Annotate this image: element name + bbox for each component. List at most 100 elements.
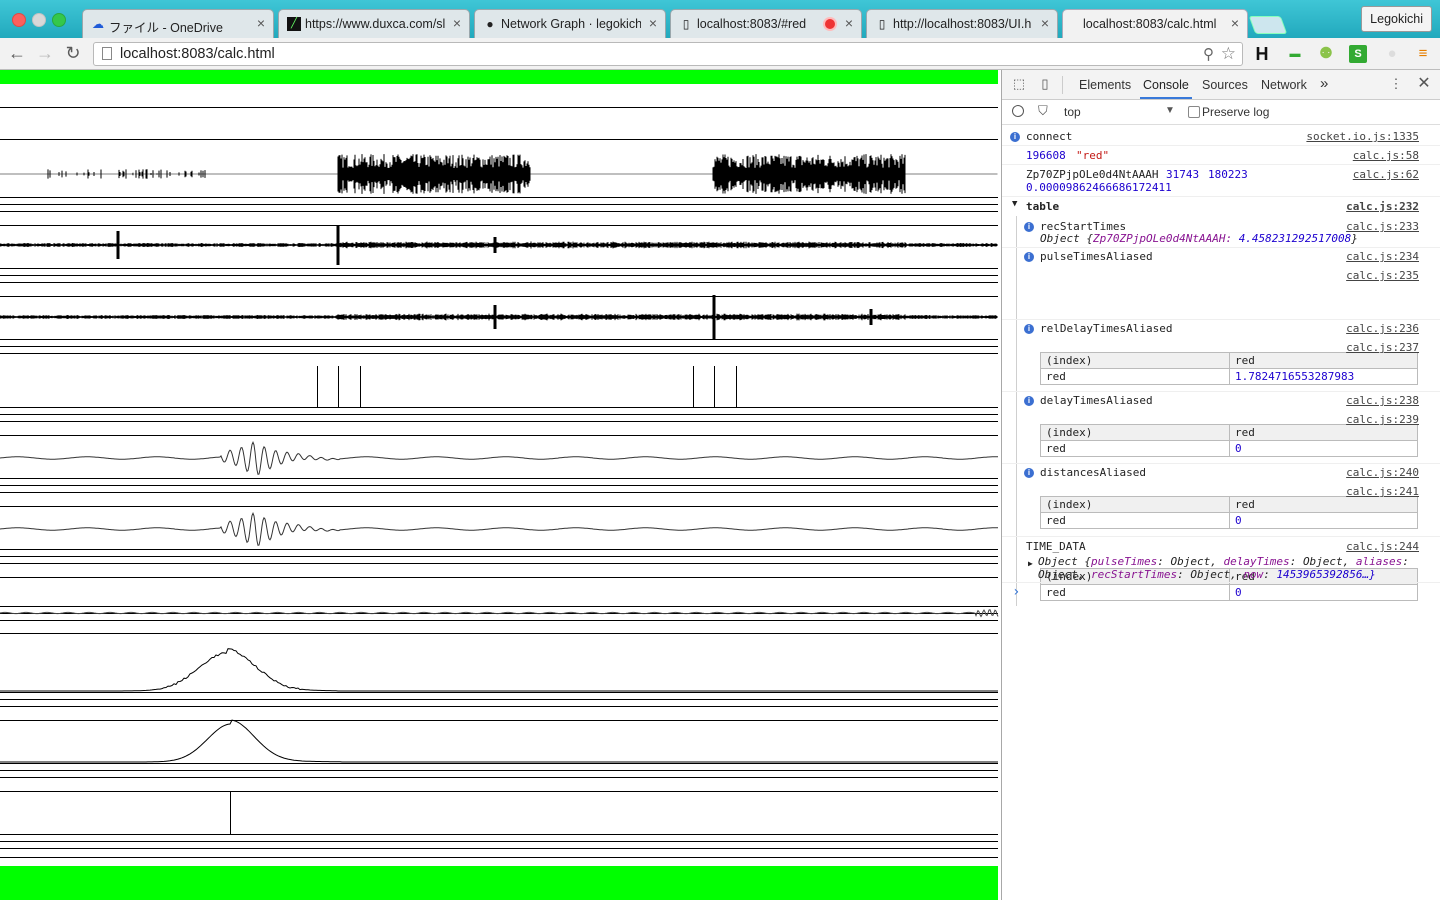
github-icon: ● — [486, 17, 494, 31]
window-maximize-button[interactable] — [52, 13, 66, 27]
window-close-button[interactable] — [12, 13, 26, 27]
profile-button[interactable]: Legokichi — [1361, 6, 1432, 32]
source-link[interactable]: calc.js:244 — [1346, 540, 1419, 553]
table-cell: red — [1040, 512, 1230, 529]
close-devtools-icon[interactable]: ✕ — [1416, 76, 1432, 92]
table-cell: 1.7824716553287983 — [1229, 368, 1418, 385]
console-prompt[interactable]: › — [1002, 582, 1440, 602]
bottom-green-bar — [0, 866, 998, 900]
tab-title: https://www.duxca.com/sl — [305, 17, 445, 31]
extension-h-icon[interactable]: H — [1253, 45, 1271, 63]
browser-tab-github[interactable]: ● Network Graph · legokichi/ × — [474, 9, 666, 38]
source-link[interactable]: calc.js:62 — [1353, 168, 1419, 181]
source-link[interactable]: calc.js:239 — [1346, 413, 1419, 426]
browser-tab-duxca[interactable]: ╱ https://www.duxca.com/sl × — [278, 9, 470, 38]
tab-elements[interactable]: Elements — [1079, 78, 1131, 92]
object-value: Object, — [1170, 555, 1217, 568]
page-icon: ▯ — [878, 17, 886, 31]
console-message: calc.js:241 — [1002, 482, 1440, 498]
context-dropdown-icon[interactable]: ▼ — [1165, 105, 1175, 116]
chrome-menu-icon[interactable]: ≡ — [1414, 45, 1432, 63]
source-link[interactable]: calc.js:58 — [1353, 149, 1419, 162]
source-link[interactable]: calc.js:233 — [1346, 220, 1419, 233]
preserve-log-label: Preserve log — [1202, 105, 1270, 119]
object-value: Object, — [1190, 568, 1237, 581]
zoom-icon[interactable]: ⚲ — [1203, 45, 1214, 63]
expand-triangle-icon[interactable]: ▶ — [1028, 559, 1033, 568]
source-link[interactable]: calc.js:240 — [1346, 466, 1419, 479]
reload-icon[interactable]: ↻ — [63, 43, 83, 63]
address-bar[interactable]: localhost:8083/calc.html ⚲ ☆ — [93, 42, 1243, 66]
forward-arrow-icon[interactable]: → — [35, 43, 55, 63]
context-select[interactable]: top — [1064, 105, 1081, 119]
extension-s-icon[interactable]: S — [1349, 45, 1367, 63]
window-minimize-button[interactable] — [32, 13, 46, 27]
source-link[interactable]: calc.js:235 — [1346, 269, 1419, 282]
object-value: Object, — [1038, 568, 1085, 581]
message-string: "red" — [1076, 149, 1110, 162]
browser-tab-localhost-ui[interactable]: ▯ http://localhost:8083/UI.h × — [866, 9, 1058, 38]
object-prefix: Object { — [1040, 232, 1093, 245]
tab-close-icon[interactable]: × — [649, 15, 657, 31]
tab-close-icon[interactable]: × — [257, 15, 265, 31]
extension-ghost-icon[interactable]: ● — [1383, 45, 1401, 63]
tab-sources[interactable]: Sources — [1202, 78, 1248, 92]
object-preview[interactable]: Object {Zp70ZPjpOLe0d4NtAAAH: 4.45823129… — [1040, 232, 1358, 245]
console-group-header[interactable]: ▼ table calc.js:232 — [1002, 196, 1440, 215]
expand-triangle-icon[interactable]: ▼ — [1012, 199, 1017, 209]
new-tab-button[interactable] — [1248, 16, 1288, 34]
message-number: 196608 — [1026, 149, 1066, 162]
message-text: delayTimesAliased — [1040, 394, 1153, 407]
tab-console[interactable]: Console — [1143, 78, 1189, 92]
more-tabs-icon[interactable]: » — [1320, 75, 1328, 92]
preserve-log-checkbox[interactable] — [1188, 106, 1200, 118]
object-prefix: Object { — [1038, 555, 1091, 568]
info-icon: i — [1010, 132, 1020, 142]
source-link[interactable]: calc.js:236 — [1346, 322, 1419, 335]
back-arrow-icon[interactable]: ← — [7, 43, 27, 63]
table-cell: red — [1040, 440, 1230, 457]
page-icon: ▯ — [682, 17, 690, 31]
table-cell: 0 — [1229, 440, 1418, 457]
tab-close-icon[interactable]: × — [453, 15, 461, 31]
tab-network[interactable]: Network — [1261, 78, 1307, 92]
console-table: (index) red red 0 — [1040, 424, 1418, 457]
source-link[interactable]: calc.js:234 — [1346, 250, 1419, 263]
source-link[interactable]: calc.js:241 — [1346, 485, 1419, 498]
console-message: i pulseTimesAliased calc.js:234 — [1002, 247, 1440, 266]
object-key: pulseTimes — [1090, 555, 1158, 568]
tab-title: localhost:8083/calc.html — [1083, 17, 1217, 31]
clear-console-icon[interactable] — [1012, 105, 1024, 117]
tab-close-icon[interactable]: × — [1041, 15, 1049, 31]
page-viewport — [0, 70, 1000, 900]
address-url: localhost:8083/calc.html — [120, 46, 275, 62]
console-message: i relDelayTimesAliased calc.js:236 — [1002, 319, 1440, 338]
source-link[interactable]: calc.js:232 — [1346, 200, 1419, 213]
tab-close-icon[interactable]: × — [845, 15, 853, 31]
extension-bug-icon[interactable]: ▬ — [1286, 45, 1304, 63]
object-key: delayTimes — [1223, 555, 1290, 568]
object-suffix: } — [1351, 232, 1358, 245]
inspect-element-icon[interactable]: ⬚ — [1011, 76, 1027, 92]
tab-close-icon[interactable]: × — [1231, 15, 1239, 31]
browser-tab-calc[interactable]: localhost:8083/calc.html × — [1062, 9, 1248, 38]
table-cell: red — [1040, 368, 1230, 385]
prompt-chevron-icon: › — [1012, 584, 1021, 600]
tab-title: Network Graph · legokichi/ — [501, 17, 641, 31]
object-preview[interactable]: Object {pulseTimes: Object, delayTimes: … — [1038, 555, 1409, 568]
message-text: distancesAliased — [1040, 466, 1146, 479]
browser-tab-onedrive[interactable]: ☁ ファイル - OneDrive × — [82, 9, 274, 38]
console-table: (index) red red 1.7824716553287983 — [1040, 352, 1418, 385]
browser-tab-localhost-red[interactable]: ▯ localhost:8083/#red × — [670, 9, 862, 38]
device-mode-icon[interactable]: ▯ — [1037, 76, 1053, 92]
console-message: Zp70ZPjpOLe0d4NtAAAH 31743 180223 0.0000… — [1002, 164, 1440, 196]
bookmark-star-icon[interactable]: ☆ — [1221, 44, 1236, 64]
devtools-menu-icon[interactable]: ⋮ — [1388, 76, 1404, 92]
source-link[interactable]: calc.js:237 — [1346, 341, 1419, 354]
android-icon[interactable]: ⚉ — [1317, 45, 1335, 63]
filter-icon[interactable]: ⛉ — [1038, 103, 1048, 119]
info-icon: i — [1024, 222, 1034, 232]
source-link[interactable]: socket.io.js:1335 — [1306, 130, 1419, 143]
source-link[interactable]: calc.js:238 — [1346, 394, 1419, 407]
page-icon — [102, 47, 112, 60]
